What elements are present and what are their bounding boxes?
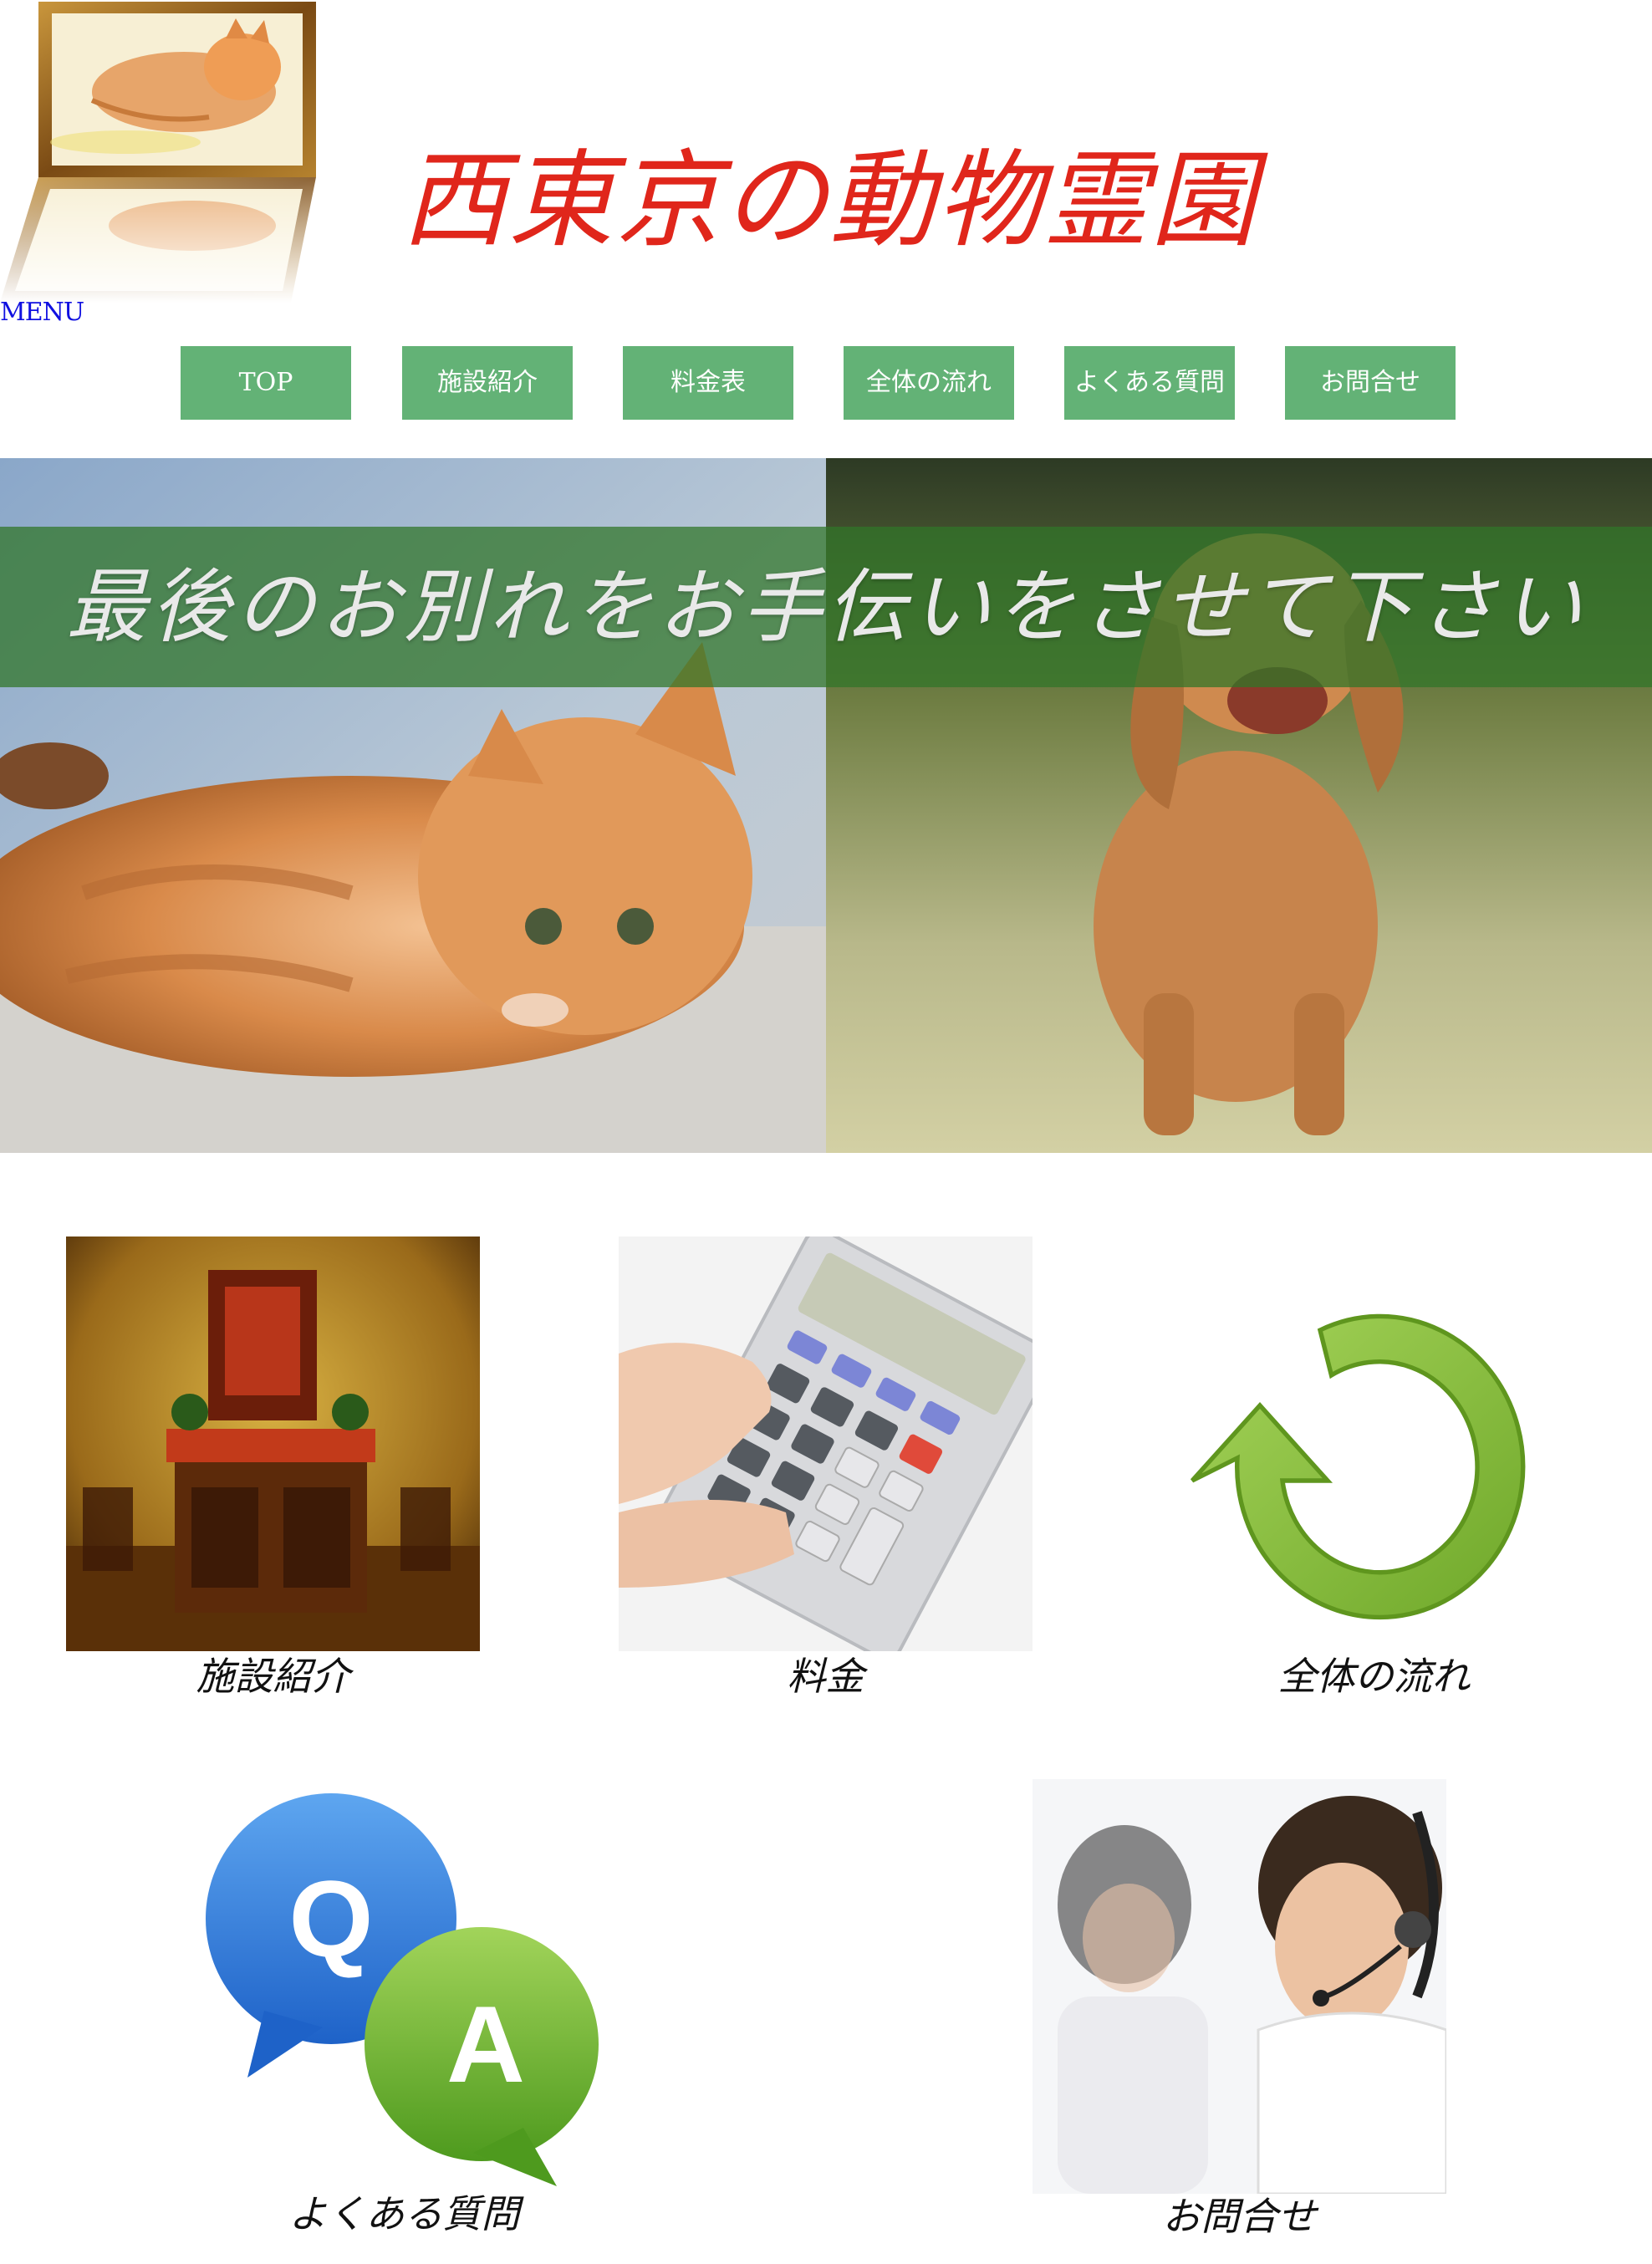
nav-flow-button[interactable]: 全体の流れ: [844, 346, 1014, 420]
flow-tile[interactable]: 全体の流れ: [1167, 1237, 1581, 1699]
site-logo[interactable]: [0, 0, 318, 303]
svg-text:Q: Q: [288, 1858, 373, 1980]
nav-facility-button[interactable]: 施設紹介: [402, 346, 573, 420]
altar-photo-icon: [66, 1237, 480, 1651]
contact-caption: お問合せ: [1162, 2194, 1317, 2239]
calculator-photo-icon: [619, 1237, 1032, 1651]
facility-caption: 施設紹介: [196, 1654, 350, 1699]
hero-tagline: 最後のお別れをお手伝いをさせて下さい: [66, 560, 1586, 654]
nav-top-button[interactable]: TOP: [181, 346, 351, 420]
qa-bubbles-icon: Q A: [206, 1793, 599, 2186]
price-caption: 料金: [787, 1654, 864, 1699]
faq-caption: よくある質問: [288, 2191, 520, 2236]
cycle-arrow-icon: [1167, 1237, 1581, 1651]
flow-caption: 全体の流れ: [1277, 1654, 1471, 1699]
contact-tile[interactable]: お問合せ: [1032, 1779, 1446, 2239]
price-tile[interactable]: 料金: [619, 1237, 1032, 1699]
nav-contact-button[interactable]: お問合せ: [1285, 346, 1456, 420]
faq-tile[interactable]: Q A よくある質問: [197, 1777, 611, 2236]
nav-price-button[interactable]: 料金表: [623, 346, 793, 420]
headset-operators-photo-icon: [1032, 1779, 1446, 2194]
site-title: 西東京の動物霊園: [401, 139, 1257, 262]
nav-faq-button[interactable]: よくある質問: [1064, 346, 1235, 420]
hero-banner: 最後のお別れをお手伝いをさせて下さい: [0, 458, 1652, 1153]
menu-link[interactable]: MENU: [0, 298, 84, 328]
facility-tile[interactable]: 施設紹介: [66, 1237, 480, 1699]
svg-text:A: A: [446, 1983, 525, 2105]
